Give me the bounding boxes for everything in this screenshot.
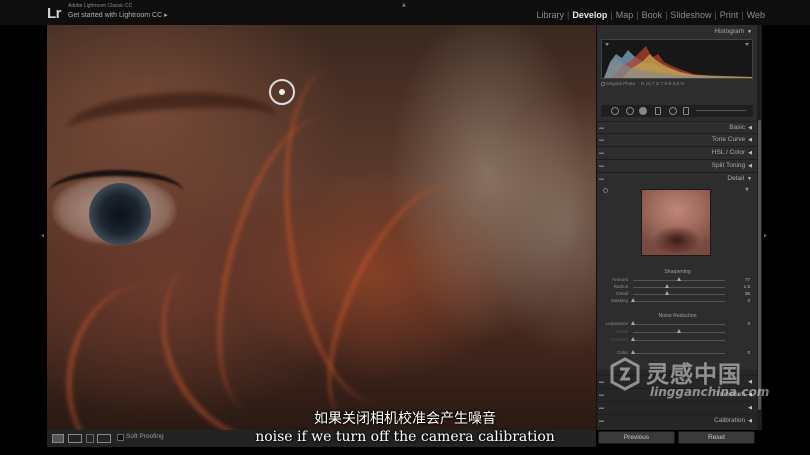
adjustment-brush-icon[interactable] [683, 107, 689, 115]
right-panel-toggle-icon[interactable]: ▸ [764, 232, 767, 239]
watermark-cn: 灵感中国 [646, 362, 742, 388]
chevron-right-icon: ▸ [164, 12, 168, 19]
histogram[interactable] [601, 39, 753, 79]
get-started-link[interactable]: Get started with Lightroom CC ▸ [68, 11, 168, 19]
panel-tone-curve[interactable]: ▬ Tone Curve ◀ [597, 133, 758, 145]
subtitle-english: noise if we turn off the camera calibrat… [255, 429, 555, 445]
module-picker: Library | Develop | Map | Book | Slideshow | Print… [536, 10, 765, 20]
module-print[interactable]: Print [720, 10, 739, 20]
expand-triangle-icon: ◀ [748, 163, 752, 169]
left-panel-toggle-icon[interactable]: ◂ [41, 232, 44, 239]
detail-preview[interactable] [641, 189, 711, 256]
histogram-header[interactable]: Histogram ▼ [597, 26, 758, 38]
subtitle-chinese: 如果关闭相机校准会产生噪音 [314, 411, 496, 427]
brush-cursor-icon [269, 79, 295, 105]
panel-detail[interactable]: ▬ Detail ▼ [597, 172, 758, 184]
expand-triangle-icon: ◀ [748, 125, 752, 131]
crop-tool-icon[interactable] [611, 107, 619, 115]
watermark-logo-icon [610, 357, 640, 391]
top-panel-toggle-icon[interactable]: ▲ [402, 2, 406, 8]
get-started-label[interactable]: Get started with Lightroom CC [68, 12, 162, 19]
panel-hsl-color[interactable]: ▬ HSL / Color ◀ [597, 146, 758, 158]
slider-knob[interactable] [630, 350, 635, 354]
original-photo-label: Original Photo [606, 81, 636, 86]
slider-knob[interactable] [677, 277, 682, 281]
slider-knob[interactable] [665, 291, 670, 295]
shadow-clipping-icon [605, 43, 609, 46]
red-eye-icon[interactable] [639, 107, 647, 115]
graduated-filter-icon[interactable] [655, 107, 661, 115]
module-library[interactable]: Library [536, 10, 564, 20]
collapse-triangle-icon: ▼ [747, 29, 752, 35]
spot-removal-icon[interactable] [626, 107, 634, 115]
slider-masking[interactable]: Masking 0 [597, 298, 758, 306]
highlight-clipping-icon [745, 43, 749, 46]
slider-knob[interactable] [664, 284, 669, 288]
module-develop[interactable]: Develop [572, 10, 607, 20]
app-title: Adobe Lightroom Classic CC [68, 3, 133, 9]
photo-eyebrow [65, 85, 279, 161]
module-map[interactable]: Map [616, 10, 634, 20]
watermark: 灵感中国 lingganchina.com [610, 355, 810, 405]
slider-luminance[interactable]: Luminance 0 [597, 321, 758, 329]
slider-knob[interactable] [676, 329, 681, 333]
lightroom-logo: Lr [47, 5, 62, 22]
slider-knob[interactable] [630, 298, 635, 302]
tool-strip-track [696, 110, 746, 111]
expand-triangle-icon: ◀ [748, 137, 752, 143]
detail-zoom-target-icon[interactable] [603, 188, 608, 193]
tool-strip [601, 105, 753, 117]
module-slideshow[interactable]: Slideshow [670, 10, 711, 20]
identity-plate: Lr Adobe Lightroom Classic CC Get starte… [0, 0, 810, 25]
panel-basic[interactable]: ▬ Basic ◀ [597, 121, 758, 133]
photo-iris [89, 183, 151, 245]
panel-split-toning[interactable]: ▬ Split Toning ◀ [597, 159, 758, 171]
expand-triangle-icon: ◀ [748, 150, 752, 156]
slider-knob[interactable] [630, 337, 635, 341]
detail-preview-toggle-icon[interactable]: ▼ [745, 187, 749, 193]
rgb-readout: R 10,7 G 7,9 B 6,8 % [641, 81, 685, 86]
sharpening-title: Sharpening [664, 269, 691, 275]
slider-knob[interactable] [630, 321, 635, 325]
histogram-graph [604, 43, 752, 78]
photo-canvas[interactable] [47, 25, 596, 430]
watermark-en: lingganchina.com [650, 385, 770, 399]
radial-filter-icon[interactable] [669, 107, 677, 115]
module-web[interactable]: Web [747, 10, 765, 20]
slider-nr-contrast[interactable]: Contrast [597, 337, 758, 345]
slider-nr-detail[interactable]: Detail [597, 329, 758, 337]
noise-reduction-title: Noise Reduction [658, 313, 697, 319]
module-book[interactable]: Book [642, 10, 663, 20]
collapse-triangle-icon: ▼ [747, 176, 752, 182]
original-photo-checkbox[interactable] [601, 82, 605, 86]
